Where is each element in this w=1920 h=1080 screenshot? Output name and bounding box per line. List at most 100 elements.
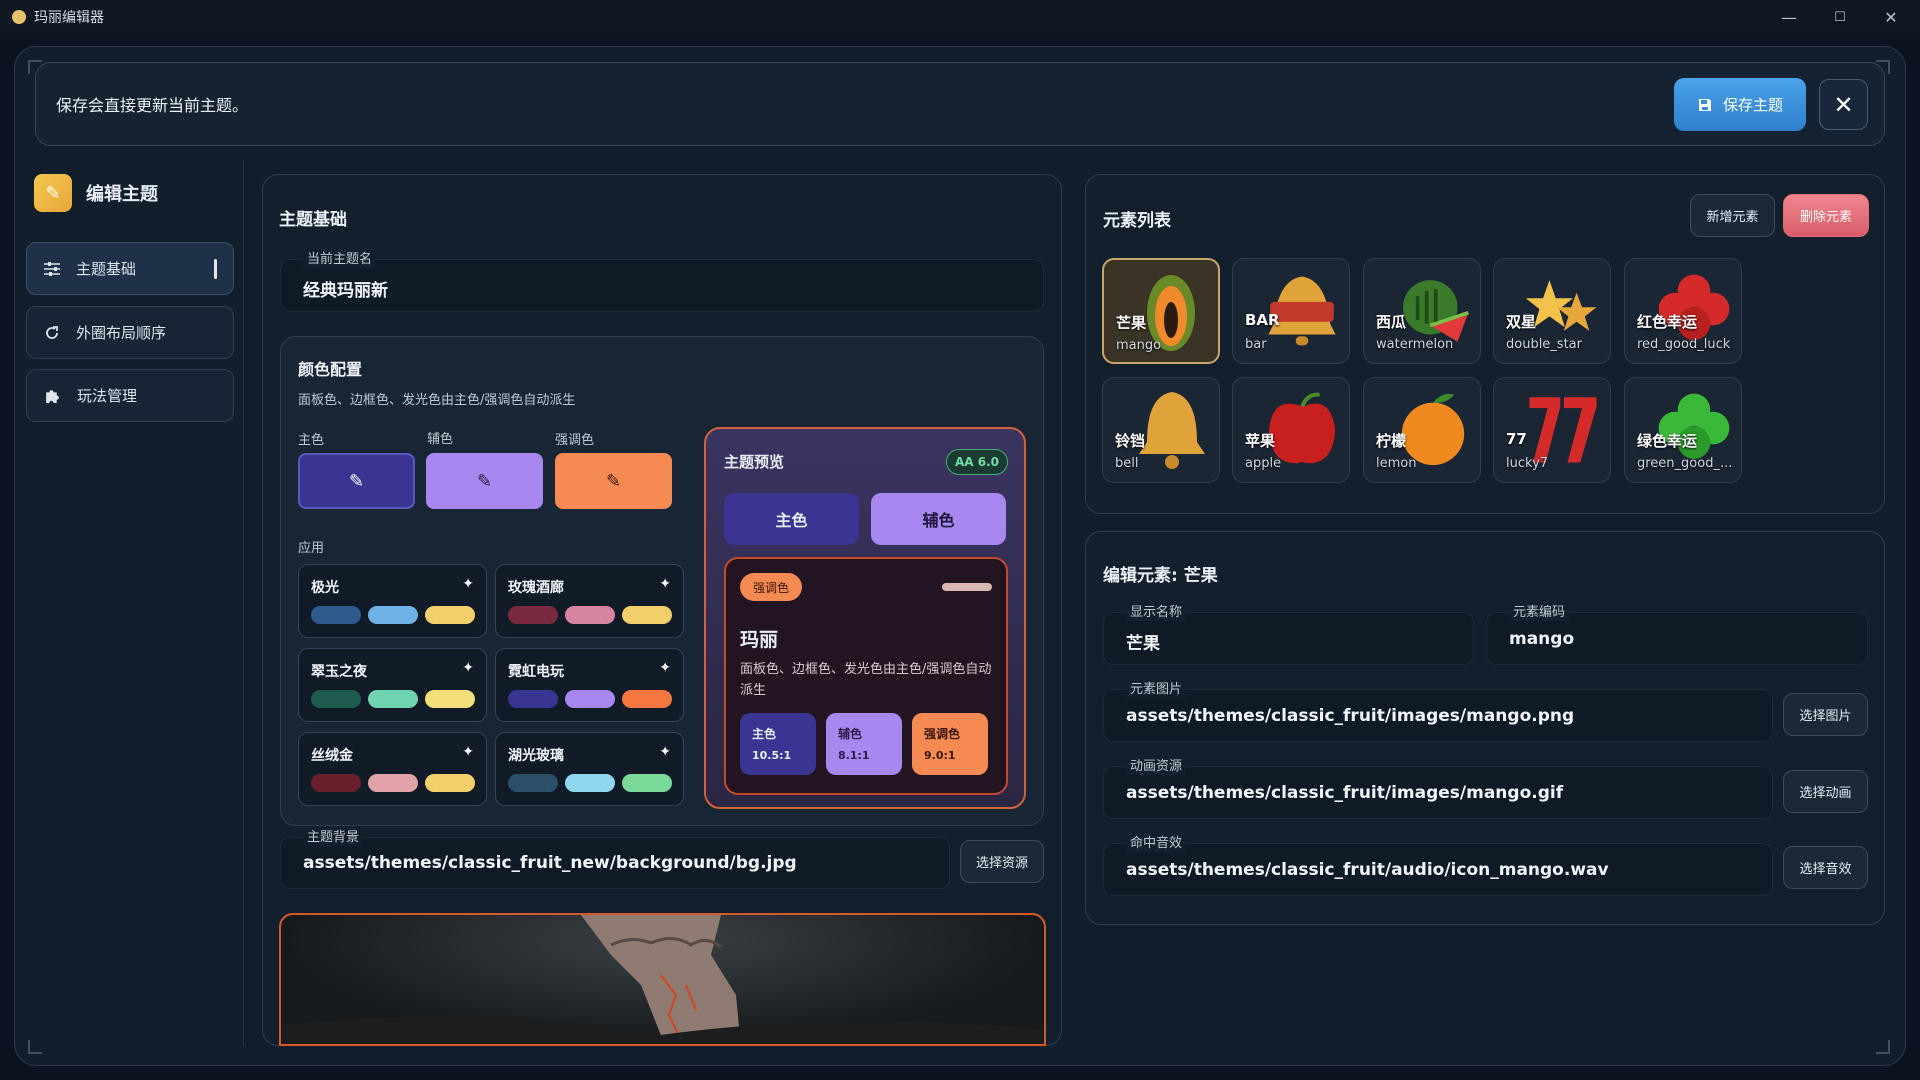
preset-name: 翠玉之夜 xyxy=(311,664,367,680)
element-tile-lemon[interactable]: 柠檬 lemon xyxy=(1363,377,1481,483)
display-name-field[interactable]: 显示名称 芒果 xyxy=(1103,605,1474,665)
minimize-icon[interactable]: — xyxy=(1764,0,1814,34)
preset-name: 极光 xyxy=(311,580,339,596)
element-tile-mango[interactable]: 芒果 mango xyxy=(1102,258,1220,364)
element-name: 芒果 xyxy=(1116,314,1147,332)
sidebar-item-label: 外圈布局顺序 xyxy=(76,324,167,342)
preset-aurora[interactable]: 极光 ✦ xyxy=(298,564,487,638)
preset-color-pill xyxy=(508,606,558,624)
delete-element-button[interactable]: 删除元素 xyxy=(1783,194,1869,237)
theme-name-value: 经典玛丽新 xyxy=(303,281,388,301)
ratio-label: 强调色 xyxy=(924,727,961,741)
ratio-card-primary: 主色 10.5:1 xyxy=(740,713,816,775)
preset-name: 玫瑰酒廊 xyxy=(508,580,564,596)
element-tile-watermelon[interactable]: 西瓜 watermelon xyxy=(1363,258,1481,364)
accent-color-swatch[interactable]: ✎ xyxy=(555,453,672,509)
element-list-title: 元素列表 xyxy=(1103,211,1171,231)
element-code-value: mango xyxy=(1509,629,1575,649)
element-tile-green-good-luck[interactable]: 绿色幸运 green_good_... xyxy=(1624,377,1742,483)
sidebar-item-label: 玩法管理 xyxy=(77,387,138,405)
animation-resource-label: 动画资源 xyxy=(1126,759,1187,775)
element-tile-apple[interactable]: 苹果 apple xyxy=(1232,377,1350,483)
eyedropper-icon: ✎ xyxy=(605,470,622,492)
ratio-card-secondary: 辅色 8.1:1 xyxy=(826,713,902,775)
preset-color-pill xyxy=(311,690,361,708)
theme-preview-card: 主题预览 AA 6.0 主色 辅色 强调色 玛丽 面板色、边框色、发光色由主色/… xyxy=(704,427,1026,809)
animation-resource-field[interactable]: 动画资源 assets/themes/classic_fruit/images/… xyxy=(1103,759,1773,819)
add-element-button[interactable]: 新增元素 xyxy=(1690,194,1775,237)
display-name-label: 显示名称 xyxy=(1126,605,1187,621)
preview-inner-card: 强调色 玛丽 面板色、边框色、发光色由主色/强调色自动派生 主色 10.5:1 … xyxy=(724,557,1008,795)
element-tile-lucky7[interactable]: 77 lucky7 xyxy=(1493,377,1611,483)
choose-resource-button[interactable]: 选择资源 xyxy=(960,840,1044,883)
element-code-field[interactable]: 元素编码 mango xyxy=(1486,605,1868,665)
ratio-value: 10.5:1 xyxy=(752,749,792,762)
sidebar-item-ring-layout[interactable]: 外圈布局顺序 xyxy=(26,306,234,359)
sidebar-item-gameplay[interactable]: 玩法管理 xyxy=(26,369,234,422)
element-name: 苹果 xyxy=(1245,432,1276,450)
preset-velvet-gold[interactable]: 丝绒金 ✦ xyxy=(298,732,487,806)
element-tile-red-good-luck[interactable]: 红色幸运 red_good_luck xyxy=(1624,258,1742,364)
window-close-icon[interactable]: ✕ xyxy=(1866,0,1916,34)
sparkle-icon: ✦ xyxy=(462,660,474,676)
secondary-color-swatch[interactable]: ✎ xyxy=(426,453,543,509)
preset-neon-arcade[interactable]: 霓虹电玩 ✦ xyxy=(495,648,684,722)
element-code: bell xyxy=(1115,456,1139,471)
primary-color-swatch[interactable]: ✎ xyxy=(298,453,415,509)
theme-name-field[interactable]: 当前主题名 经典玛丽新 xyxy=(280,252,1044,312)
save-banner: 保存会直接更新当前主题。 保存主题 ✕ xyxy=(35,62,1885,146)
eyedropper-icon: ✎ xyxy=(476,470,493,492)
preset-name: 霓虹电玩 xyxy=(508,664,564,680)
preset-name: 湖光玻璃 xyxy=(508,748,564,764)
sparkle-icon: ✦ xyxy=(659,576,671,592)
theme-background-field[interactable]: 主题背景 assets/themes/classic_fruit_new/bac… xyxy=(280,830,950,889)
preview-title: 主题预览 xyxy=(724,453,785,471)
choose-image-button[interactable]: 选择图片 xyxy=(1783,693,1868,736)
preset-jade-night[interactable]: 翠玉之夜 ✦ xyxy=(298,648,487,722)
choose-sound-button[interactable]: 选择音效 xyxy=(1783,846,1868,889)
element-tile-bar[interactable]: BAR bar xyxy=(1232,258,1350,364)
display-name-value: 芒果 xyxy=(1126,634,1160,654)
hit-sound-path: assets/themes/classic_fruit/audio/icon_m… xyxy=(1126,860,1609,880)
color-config-hint: 面板色、边框色、发光色由主色/强调色自动派生 xyxy=(298,393,576,408)
sliders-icon xyxy=(44,261,60,276)
edit-element-title: 编辑元素: 芒果 xyxy=(1103,566,1218,586)
element-name: 铃铛 xyxy=(1115,432,1146,450)
preset-color-pill xyxy=(565,606,615,624)
close-editor-button[interactable]: ✕ xyxy=(1819,79,1868,130)
preset-color-pill xyxy=(368,774,418,792)
frame-corner xyxy=(1876,1040,1890,1054)
background-label: 主题背景 xyxy=(303,830,364,846)
preset-rose-lounge[interactable]: 玫瑰酒廊 ✦ xyxy=(495,564,684,638)
element-tile-double-star[interactable]: 双星 double_star xyxy=(1493,258,1611,364)
bell-icon xyxy=(1133,384,1211,474)
maximize-icon[interactable]: ☐ xyxy=(1815,0,1865,34)
fist-artwork xyxy=(281,915,1044,1044)
refresh-icon xyxy=(46,325,58,339)
accent-color-label: 强调色 xyxy=(555,433,595,448)
choose-animation-button[interactable]: 选择动画 xyxy=(1783,770,1868,813)
theme-basics-title: 主题基础 xyxy=(279,210,347,230)
preset-color-pill xyxy=(425,774,475,792)
element-name: 西瓜 xyxy=(1376,313,1407,331)
save-theme-button[interactable]: 保存主题 xyxy=(1674,78,1806,131)
contrast-badge: AA 6.0 xyxy=(946,449,1008,475)
sidebar-item-theme-basics[interactable]: 主题基础 xyxy=(26,242,234,295)
hit-sound-field[interactable]: 命中音效 assets/themes/classic_fruit/audio/i… xyxy=(1103,836,1773,896)
element-image-field[interactable]: 元素图片 assets/themes/classic_fruit/images/… xyxy=(1103,682,1773,742)
window-titlebar: 玛丽编辑器 — ☐ ✕ xyxy=(0,0,1920,34)
element-image-path: assets/themes/classic_fruit/images/mango… xyxy=(1126,706,1575,726)
element-code-label: 元素编码 xyxy=(1509,605,1570,621)
preset-color-pill xyxy=(311,606,361,624)
element-code: apple xyxy=(1245,456,1282,471)
color-config-title: 颜色配置 xyxy=(298,360,363,379)
preset-lake-glass[interactable]: 湖光玻璃 ✦ xyxy=(495,732,684,806)
element-image-label: 元素图片 xyxy=(1126,682,1187,698)
element-code: double_star xyxy=(1506,337,1582,352)
element-code: lemon xyxy=(1376,456,1417,471)
active-indicator xyxy=(214,259,217,279)
element-tile-bell[interactable]: 铃铛 bell xyxy=(1102,377,1220,483)
ratio-label: 辅色 xyxy=(838,727,863,741)
theme-name-label: 当前主题名 xyxy=(303,252,377,268)
frame-corner xyxy=(28,1040,42,1054)
